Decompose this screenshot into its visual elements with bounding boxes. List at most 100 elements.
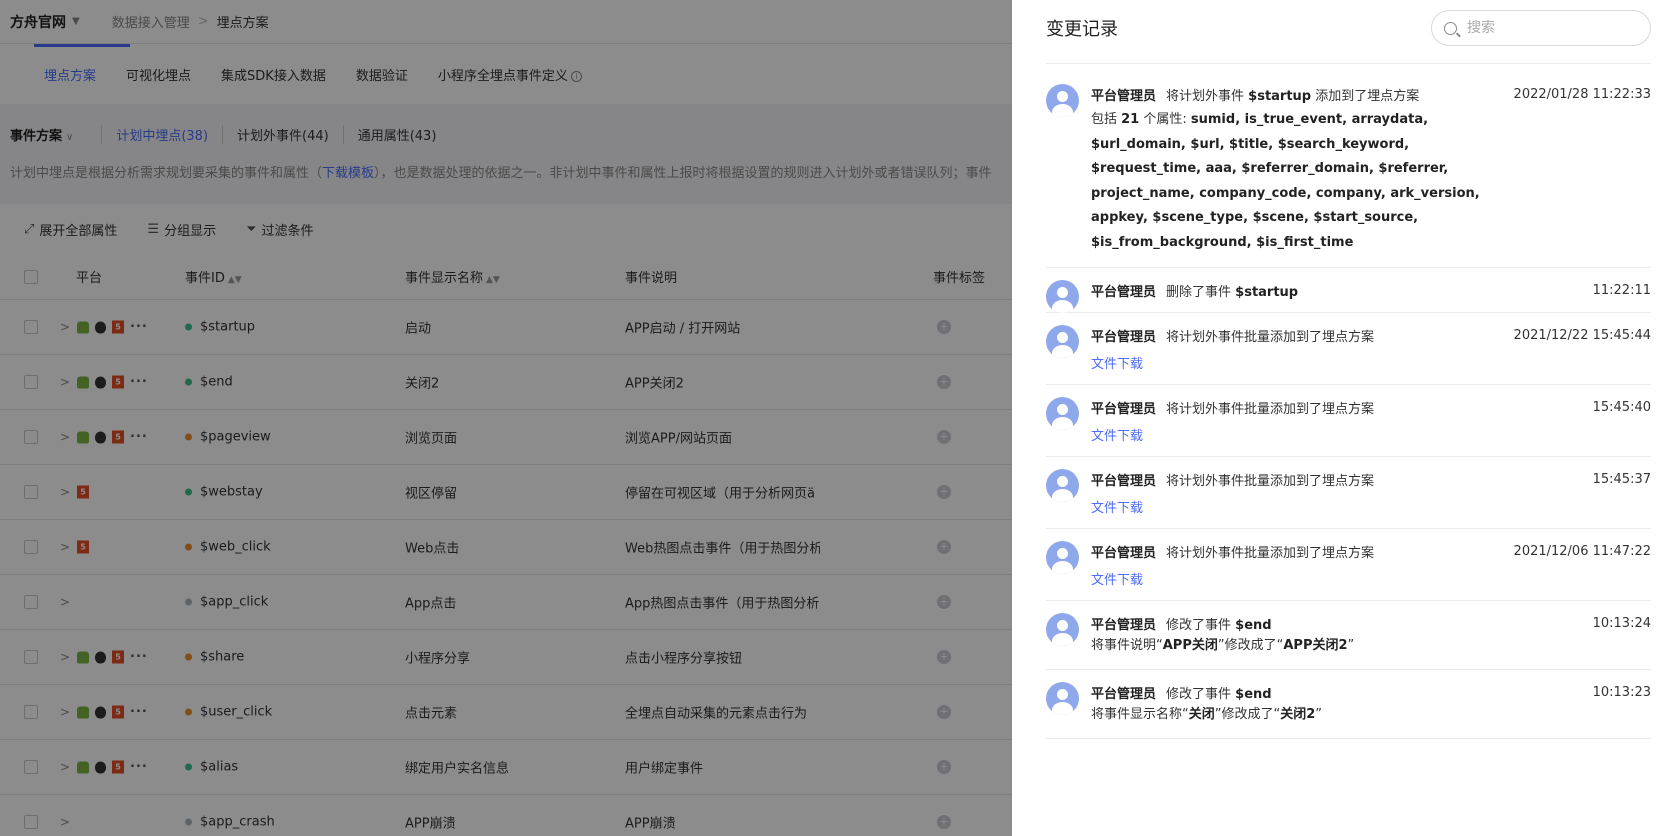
action-target: $startup: [1248, 88, 1312, 104]
file-download-link[interactable]: 文件下载: [1091, 497, 1143, 516]
detail-count: 21: [1121, 112, 1140, 127]
log-summary: 平台管理员 将计划外事件 $startup 添加到了埋点方案 2022/01/28 …: [1091, 84, 1651, 104]
log-action: 将计划外事件批量添加到了埋点方案: [1166, 398, 1374, 417]
log-time: 15:45:40: [1592, 399, 1651, 415]
avatar: [1046, 541, 1079, 574]
log-time: 15:45:37: [1592, 471, 1651, 487]
change-from: APP关闭: [1162, 638, 1218, 653]
user-icon-body: [1052, 345, 1073, 358]
search-input[interactable]: [1467, 20, 1637, 36]
user-icon-head: [1057, 476, 1068, 487]
change-log-item: 平台管理员 修改了事件 $end 10:13:24 将事件说明“APP关闭”修改成了“…: [1046, 601, 1651, 670]
log-time: 10:13:24: [1592, 615, 1651, 631]
change-log-item: 平台管理员 删除了事件 $startup 11:22:11: [1046, 268, 1651, 313]
file-download-link[interactable]: 文件下载: [1091, 569, 1143, 588]
log-detail: 包括 21 个属性: sumid, is_true_event, arrayda…: [1091, 108, 1651, 255]
detail-text: 个属性:: [1139, 112, 1191, 127]
action-text: 修改了事件: [1166, 686, 1236, 702]
change-to: 关闭2: [1280, 707, 1316, 722]
change-log-item: 平台管理员 将计划外事件批量添加到了埋点方案 2021/12/22 15:45:44…: [1046, 313, 1651, 385]
change-text: ”修改成了“: [1214, 707, 1281, 722]
log-summary: 平台管理员 修改了事件 $end 10:13:23: [1091, 682, 1651, 702]
change-from: 关闭: [1188, 707, 1215, 722]
log-user: 平台管理员: [1091, 617, 1157, 633]
log-summary: 平台管理员 修改了事件 $end 10:13:24: [1091, 613, 1651, 633]
user-icon-head: [1057, 620, 1068, 631]
change-text: ”修改成了“: [1217, 638, 1284, 653]
user-icon-head: [1057, 332, 1068, 343]
action-text: 将计划外事件批量添加到了埋点方案: [1166, 329, 1375, 345]
avatar: [1046, 682, 1079, 715]
log-summary: 平台管理员 删除了事件 $startup 11:22:11: [1091, 280, 1651, 300]
user-icon-body: [1052, 633, 1073, 646]
log-time: 2022/01/28 11:22:33: [1513, 86, 1651, 102]
log-summary: 平台管理员 将计划外事件批量添加到了埋点方案 2021/12/06 11:47:22: [1091, 541, 1651, 561]
avatar: [1046, 613, 1079, 646]
log-time: 2021/12/22 15:45:44: [1513, 327, 1651, 343]
change-log-item: 平台管理员 将计划外事件批量添加到了埋点方案 15:45:37 文件下载: [1046, 457, 1651, 529]
change-text: 将事件显示名称“: [1091, 707, 1189, 722]
log-action: 修改了事件 $end: [1166, 683, 1272, 702]
log-user: 平台管理员: [1091, 284, 1157, 300]
search-box[interactable]: [1431, 10, 1651, 46]
user-icon-head: [1057, 287, 1068, 298]
change-log-drawer: 变更记录 平台管理员将计划外事件 $startup 添加到了埋点方案2022/0…: [1012, 0, 1673, 836]
action-text: 将计划外事件: [1166, 88, 1249, 104]
log-time: 11:22:11: [1592, 282, 1651, 298]
avatar: [1046, 280, 1079, 313]
avatar: [1046, 469, 1079, 502]
log-user: 平台管理员: [1091, 401, 1157, 417]
user-icon-body: [1052, 300, 1073, 313]
action-target: $end: [1235, 617, 1272, 633]
change-log-item: 平台管理员 将计划外事件 $startup 添加到了埋点方案 2022/01/28 …: [1046, 72, 1651, 268]
action-text: 删除了事件: [1166, 284, 1236, 300]
file-download-link[interactable]: 文件下载: [1091, 353, 1143, 372]
user-icon-body: [1052, 489, 1073, 502]
change-log-item: 平台管理员 修改了事件 $end 10:13:23 将事件显示名称“关闭”修改成了“关…: [1046, 670, 1651, 739]
action-text: 将计划外事件批量添加到了埋点方案: [1166, 473, 1375, 489]
change-text: ”: [1315, 707, 1323, 722]
log-action: 将计划外事件批量添加到了埋点方案: [1166, 542, 1374, 561]
drawer-header: 变更记录: [1046, 10, 1651, 46]
log-user: 平台管理员: [1091, 686, 1157, 702]
log-summary: 平台管理员 将计划外事件批量添加到了埋点方案 15:45:37: [1091, 469, 1651, 489]
file-download-link[interactable]: 文件下载: [1091, 425, 1143, 444]
drawer-title: 变更记录: [1046, 19, 1118, 40]
action-target: $startup: [1235, 284, 1299, 300]
action-target: $end: [1235, 686, 1272, 702]
change-text: 将事件说明“: [1091, 638, 1163, 653]
avatar: [1046, 84, 1079, 117]
log-summary: 平台管理员 将计划外事件批量添加到了埋点方案 2021/12/22 15:45:44: [1091, 325, 1651, 345]
avatar: [1046, 325, 1079, 358]
search-icon: [1444, 21, 1457, 35]
change-text: ”: [1347, 638, 1355, 653]
change-log-item: 平台管理员 将计划外事件批量添加到了埋点方案 2021/12/06 11:47:22…: [1046, 529, 1651, 601]
log-action: 修改了事件 $end: [1166, 614, 1272, 633]
action-text: 修改了事件: [1166, 617, 1236, 633]
action-text: 将计划外事件批量添加到了埋点方案: [1166, 545, 1375, 561]
action-text-post: 添加到了埋点方案: [1311, 88, 1420, 104]
log-user: 平台管理员: [1091, 473, 1157, 489]
user-icon-head: [1057, 548, 1068, 559]
log-user: 平台管理员: [1091, 88, 1157, 104]
user-icon-body: [1052, 417, 1073, 430]
user-icon-body: [1052, 561, 1073, 574]
user-icon-head: [1057, 689, 1068, 700]
user-icon-head: [1057, 404, 1068, 415]
log-action: 将计划外事件批量添加到了埋点方案: [1166, 470, 1374, 489]
log-time: 2021/12/06 11:47:22: [1513, 543, 1651, 559]
avatar: [1046, 397, 1079, 430]
user-icon-body: [1052, 702, 1073, 715]
log-action: 将计划外事件 $startup 添加到了埋点方案: [1166, 85, 1419, 104]
log-time: 10:13:23: [1592, 684, 1651, 700]
divider: [1046, 63, 1651, 64]
log-action: 删除了事件 $startup: [1166, 281, 1298, 300]
detail-text: 包括: [1091, 112, 1122, 127]
log-action: 将计划外事件批量添加到了埋点方案: [1166, 326, 1374, 345]
log-user: 平台管理员: [1091, 545, 1157, 561]
log-change-detail: 将事件显示名称“关闭”修改成了“关闭2”: [1091, 704, 1651, 726]
change-log-list: 平台管理员 将计划外事件 $startup 添加到了埋点方案 2022/01/28 …: [1046, 72, 1651, 739]
log-change-detail: 将事件说明“APP关闭”修改成了“APP关闭2”: [1091, 635, 1651, 657]
user-icon-head: [1057, 91, 1068, 102]
detail-property-list: sumid, is_true_event, arraydata, $url_do…: [1091, 112, 1480, 250]
